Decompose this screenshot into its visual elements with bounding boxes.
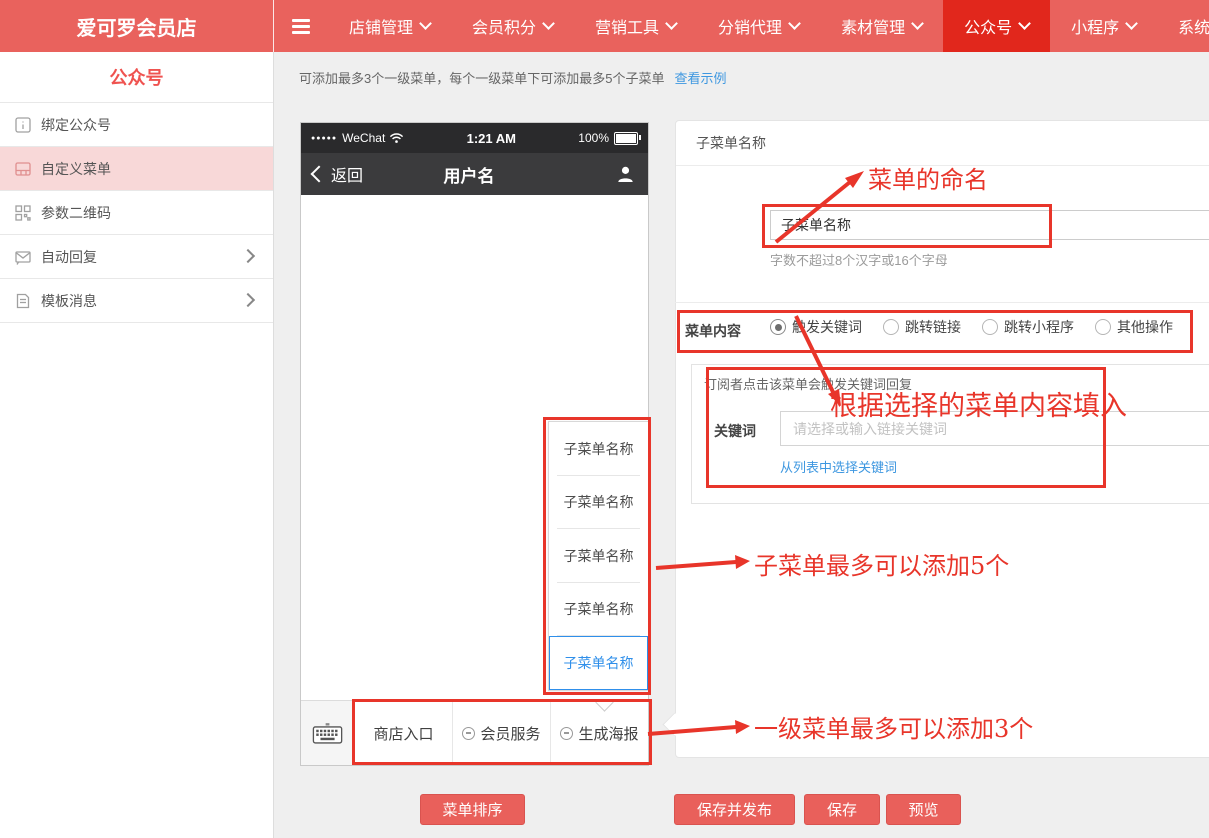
keyword-label: 关键词 [714,421,756,441]
nav-item-official-account[interactable]: 公众号 [943,0,1050,52]
save-and-publish-button[interactable]: 保存并发布 [674,794,795,825]
wifi-icon [389,132,404,144]
bottom-menu-item-generate-poster[interactable]: 生成海报 [551,701,648,765]
menu-name-hint: 字数不超过8个汉字或16个字母 [770,250,948,269]
nav-item-member-points[interactable]: 会员积分 [451,0,574,52]
user-icon[interactable] [615,164,636,185]
phone-title: 用户名 [323,162,615,187]
keyword-description: 订阅者点击该菜单会触发关键词回复 [704,374,912,393]
nav-item-shop-manage[interactable]: 店铺管理 [328,0,451,52]
chevron-down-icon [911,17,924,30]
panel-divider [675,302,1209,303]
chevron-right-icon [241,249,255,263]
sidebar-item-label: 自动回复 [41,247,97,267]
top-navbar: 爱可罗会员店 店铺管理 会员积分 营销工具 分销代理 素材管理 公众号 小程序 … [0,0,1209,52]
keyboard-toggle-button[interactable] [301,701,355,765]
menu-content-options: 触发关键词 跳转链接 跳转小程序 其他操作 [770,317,1194,337]
radio-jump-link[interactable]: 跳转链接 [883,317,961,337]
phone-nav-bar: 返回 用户名 [301,153,648,195]
sidebar-item-label: 绑定公众号 [41,115,111,135]
battery-icon [614,132,638,145]
chevron-down-icon [788,17,801,30]
radio-trigger-keyword[interactable]: 触发关键词 [770,317,862,337]
panel-title: 子菜单名称 [676,121,1209,166]
nav-item-material-manage[interactable]: 素材管理 [820,0,943,52]
brand-title: 爱可罗会员店 [0,0,274,52]
keyboard-icon [312,722,344,745]
radio-icon [982,319,998,335]
radio-icon [1095,319,1111,335]
submenu-item-5-selected[interactable]: 子菜单名称 [549,636,648,690]
chevron-right-icon [241,293,255,307]
phone-status-bar: ●●●●● WeChat 1:21 AM 100% [301,123,648,153]
sidebar-item-bind-account[interactable]: 绑定公众号 [0,103,273,147]
radio-icon [883,319,899,335]
sidebar-item-label: 参数二维码 [41,203,111,223]
carrier-label: WeChat [342,131,385,145]
sidebar-item-template-message[interactable]: 模板消息 [0,279,273,323]
sidebar: 公众号 绑定公众号 自定义菜单 参数二维码 [0,52,274,838]
save-button[interactable]: 保存 [804,794,880,825]
nav-item-distribution[interactable]: 分销代理 [697,0,820,52]
sidebar-title: 公众号 [0,52,273,103]
bind-account-icon [14,116,32,134]
radio-jump-miniprogram[interactable]: 跳转小程序 [982,317,1074,337]
menu-content-label: 菜单内容 [685,321,741,341]
chevron-down-icon [542,17,555,30]
sidebar-item-param-qrcode[interactable]: 参数二维码 [0,191,273,235]
submenu-item-2[interactable]: 子菜单名称 [549,476,648,530]
menu-name-input[interactable] [770,210,1209,240]
keyword-section: 订阅者点击该菜单会触发关键词回复 关键词 从列表中选择关键词 [691,364,1209,504]
choose-keyword-link[interactable]: 从列表中选择关键词 [780,457,897,476]
radio-other-action[interactable]: 其他操作 [1095,317,1173,337]
custom-menu-icon [14,160,32,178]
hamburger-icon[interactable] [274,0,328,52]
clock-label: 1:21 AM [404,131,578,146]
signal-dots-icon: ●●●●● [311,135,337,142]
nav-item-system-manage[interactable]: 系统管理 [1157,0,1209,52]
auto-reply-icon [14,248,32,266]
sidebar-item-auto-reply[interactable]: 自动回复 [0,235,273,279]
chevron-down-icon [1018,17,1031,30]
nav-item-mini-program[interactable]: 小程序 [1050,0,1157,52]
submenu-item-4[interactable]: 子菜单名称 [549,583,648,637]
sidebar-item-label: 模板消息 [41,291,97,311]
menu-sort-button[interactable]: 菜单排序 [420,794,525,825]
battery-percent-label: 100% [578,131,609,145]
qrcode-icon [14,204,32,222]
app-root: 爱可罗会员店 店铺管理 会员积分 营销工具 分销代理 素材管理 公众号 小程序 … [0,0,1209,838]
collapse-icon [560,727,573,740]
bottom-menu-item-shop-entry[interactable]: 商店入口 [355,701,453,765]
keyword-input[interactable] [780,411,1209,446]
sidebar-item-label: 自定义菜单 [41,159,111,179]
phone-bottom-menu-bar: 商店入口 会员服务 生成海报 [301,700,648,765]
radio-selected-icon [770,319,786,335]
sidebar-item-custom-menu[interactable]: 自定义菜单 [0,147,273,191]
submenu-popup: 子菜单名称 子菜单名称 子菜单名称 子菜单名称 子菜单名称 [548,421,649,691]
submenu-item-3[interactable]: 子菜单名称 [549,529,648,583]
view-example-link[interactable]: 查看示例 [674,71,726,86]
template-msg-icon [14,292,32,310]
preview-button[interactable]: 预览 [886,794,961,825]
top-hint: 可添加最多3个一级菜单，每个一级菜单下可添加最多5个子菜单查看示例 [299,68,726,87]
nav-item-marketing-tools[interactable]: 营销工具 [574,0,697,52]
collapse-icon [462,727,475,740]
hint-text: 可添加最多3个一级菜单，每个一级菜单下可添加最多5个子菜单 [299,71,664,86]
bottom-menu-item-member-service[interactable]: 会员服务 [453,701,551,765]
submenu-item-1[interactable]: 子菜单名称 [549,422,648,476]
chevron-down-icon [665,17,678,30]
nav-menu: 店铺管理 会员积分 营销工具 分销代理 素材管理 公众号 小程序 系统管理 [328,0,1209,52]
chevron-down-icon [1125,17,1138,30]
chevron-down-icon [419,17,432,30]
